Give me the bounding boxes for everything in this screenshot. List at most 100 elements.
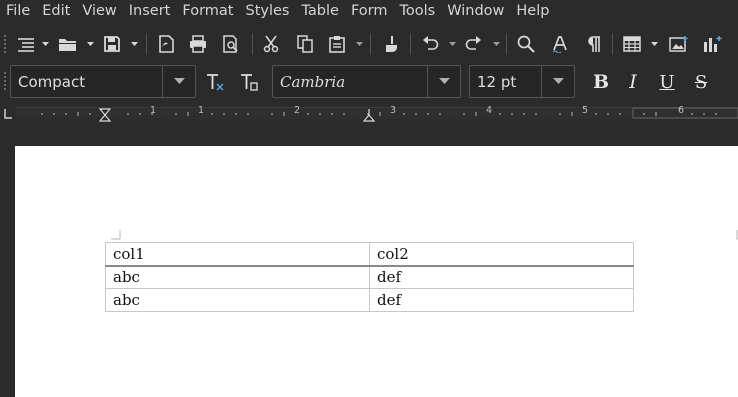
menu-window[interactable]: Window <box>441 0 510 22</box>
image-icon <box>669 36 688 52</box>
chevron-down-icon[interactable] <box>131 41 138 47</box>
menu-help[interactable]: Help <box>510 0 555 22</box>
left-indent-marker[interactable] <box>99 108 111 122</box>
magnifier-icon <box>517 35 535 53</box>
ruler-number: 5 <box>582 105 589 116</box>
table-cell[interactable]: def <box>369 288 634 312</box>
chevron-down-icon[interactable] <box>87 41 94 47</box>
print-preview-icon <box>223 35 238 53</box>
toolbar-separator <box>506 33 507 55</box>
toolbar-separator <box>410 33 411 55</box>
table-cell[interactable]: abc <box>105 288 370 312</box>
strikethrough-button[interactable]: S <box>689 69 713 95</box>
insert-table-button[interactable] <box>620 30 644 58</box>
chevron-down-icon[interactable] <box>449 41 456 47</box>
undo-icon <box>423 36 439 50</box>
toolbar-grip[interactable] <box>4 35 6 53</box>
redo-button[interactable] <box>462 30 486 58</box>
standard-toolbar <box>0 27 738 61</box>
ruler-number: 4 <box>486 105 493 116</box>
chart-icon <box>704 36 722 52</box>
paste-button[interactable] <box>325 30 349 58</box>
folder-icon <box>59 39 76 51</box>
ruler-number: 1 <box>150 105 157 116</box>
font-name-select[interactable]: Cambria <box>272 65 461 98</box>
print-preview-button[interactable] <box>219 30 243 58</box>
paragraph-style-value: Compact <box>18 72 86 91</box>
table-cell[interactable]: col2 <box>369 242 634 267</box>
bold-button[interactable]: B <box>589 69 613 95</box>
ruler-number: 6 <box>678 105 685 116</box>
export-pdf-button[interactable] <box>154 30 178 58</box>
chevron-down-icon[interactable] <box>493 41 500 47</box>
underline-button[interactable]: U <box>655 69 679 95</box>
horizontal-ruler[interactable]: 1 1 2 3 4 5 6 <box>0 104 738 124</box>
redo-icon <box>465 36 481 50</box>
insert-chart-button[interactable] <box>700 30 724 58</box>
copy-button[interactable] <box>293 30 317 58</box>
font-size-value: 12 pt <box>477 72 517 91</box>
undo-button[interactable] <box>418 30 442 58</box>
toolbar-grip[interactable] <box>4 72 6 90</box>
toolbar-separator <box>252 33 253 55</box>
menu-tools[interactable]: Tools <box>394 0 442 22</box>
document-table[interactable]: col1 col2 abc def abc def <box>105 242 634 312</box>
chevron-down-icon[interactable] <box>42 41 49 47</box>
ruler-number: 1 <box>198 105 205 116</box>
chevron-down-icon[interactable] <box>162 66 195 97</box>
ruler-number: 2 <box>294 105 301 116</box>
sidebar-toggle-button[interactable] <box>14 30 38 58</box>
table-cell[interactable]: abc <box>105 265 370 289</box>
chevron-down-icon[interactable] <box>651 41 658 47</box>
text-boundary-mark <box>111 230 121 240</box>
table-icon <box>623 36 641 52</box>
print-button[interactable] <box>186 30 210 58</box>
table-cell[interactable]: col1 <box>105 242 370 267</box>
menu-format[interactable]: Format <box>176 0 239 22</box>
find-replace-button[interactable] <box>514 30 538 58</box>
chevron-down-icon[interactable] <box>427 66 460 97</box>
table-cell[interactable]: def <box>369 265 634 289</box>
italic-button[interactable]: I <box>621 69 645 95</box>
paragraph-style-select[interactable]: Compact <box>10 65 196 98</box>
table-header-row: col1 col2 <box>105 242 634 267</box>
chevron-down-icon[interactable] <box>541 66 574 97</box>
tab-stop-type-icon[interactable] <box>3 108 13 120</box>
update-style-button[interactable] <box>237 69 261 95</box>
spelling-button[interactable] <box>548 30 572 58</box>
menu-styles[interactable]: Styles <box>239 0 295 22</box>
spelling-icon <box>552 36 567 53</box>
chevron-down-icon[interactable] <box>356 41 363 47</box>
toolbar-separator <box>146 33 147 55</box>
menu-file[interactable]: File <box>0 0 36 22</box>
table-row: abc def <box>105 288 634 312</box>
menu-insert[interactable]: Insert <box>123 0 177 22</box>
clipboard-icon <box>329 36 345 53</box>
formatting-marks-button[interactable] <box>582 30 606 58</box>
insert-image-button[interactable] <box>667 30 691 58</box>
pilcrow-icon <box>588 36 600 52</box>
toolbar-separator <box>612 33 613 55</box>
menu-edit[interactable]: Edit <box>36 0 76 22</box>
open-button[interactable] <box>56 30 80 58</box>
update-style-icon <box>241 74 258 91</box>
floppy-disk-icon <box>104 36 120 52</box>
sidebar-icon <box>18 38 34 52</box>
printer-icon <box>190 35 206 53</box>
right-indent-marker[interactable] <box>363 108 375 122</box>
save-button[interactable] <box>100 30 124 58</box>
ruler-ticks <box>41 107 738 119</box>
menu-form[interactable]: Form <box>345 0 394 22</box>
paintbrush-icon <box>386 36 397 52</box>
clear-direct-formatting-button[interactable] <box>203 69 227 95</box>
clone-formatting-button[interactable] <box>378 30 402 58</box>
menu-view[interactable]: View <box>76 0 122 22</box>
clear-formatting-icon <box>207 74 224 91</box>
table-row: abc def <box>105 265 634 289</box>
export-pdf-icon <box>159 35 174 53</box>
copy-icon <box>297 35 313 53</box>
font-size-select[interactable]: 12 pt <box>469 65 575 98</box>
scissors-icon <box>263 35 279 53</box>
menu-table[interactable]: Table <box>295 0 345 22</box>
cut-button[interactable] <box>259 30 283 58</box>
